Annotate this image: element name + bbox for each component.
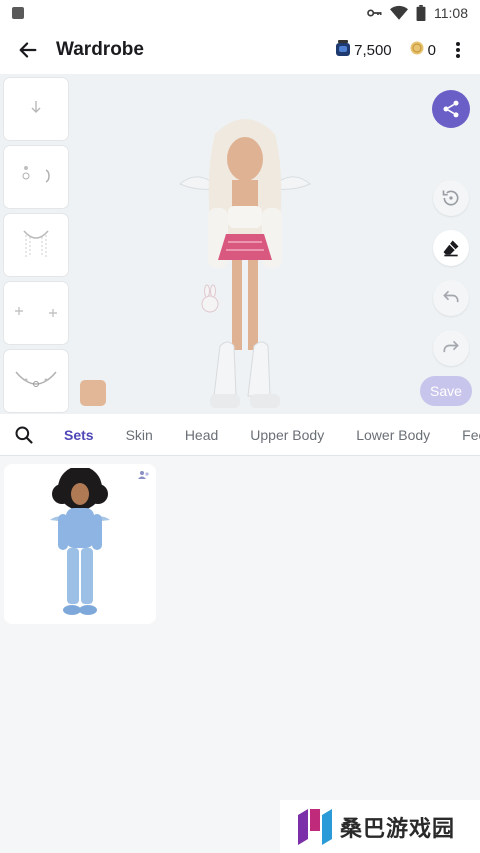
battery-icon: [416, 5, 426, 21]
avatar-preview: Save: [0, 74, 480, 414]
share-button[interactable]: [432, 90, 470, 128]
earrings-icon: [22, 166, 50, 183]
category-tabs: Sets Skin Head Upper Body Lower Body Fee: [0, 414, 480, 456]
slot-earrings[interactable]: [4, 146, 68, 208]
tab-lower-body[interactable]: Lower Body: [340, 414, 446, 455]
share-icon: [443, 100, 459, 118]
more-vert-icon: [456, 42, 460, 58]
undo-button[interactable]: [433, 280, 469, 316]
equipped-slots: [4, 78, 70, 418]
chain-necklace-icon: [23, 230, 49, 259]
undo-icon: [443, 290, 459, 303]
tab-skin[interactable]: Skin: [110, 414, 169, 455]
sparkle-icon: [15, 307, 57, 317]
eraser-button[interactable]: [433, 230, 469, 266]
gem-count: 7,500: [354, 41, 392, 59]
earring-icon: [31, 101, 41, 113]
sets-grid: [0, 456, 480, 853]
avatar-figure: [179, 119, 311, 408]
status-time: 11:08: [434, 5, 468, 21]
slot-sparkles[interactable]: [4, 282, 68, 344]
search-button[interactable]: [0, 414, 48, 455]
page-title: Wardrobe: [56, 39, 144, 60]
back-button[interactable]: [0, 26, 56, 74]
tab-head[interactable]: Head: [169, 414, 234, 455]
notification-icon: [12, 7, 24, 19]
redo-button[interactable]: [433, 330, 469, 366]
necklace-icon: [15, 371, 57, 387]
reset-button[interactable]: [433, 180, 469, 216]
reset-icon: [442, 190, 459, 206]
slot-earring-top[interactable]: [4, 78, 68, 140]
more-menu-button[interactable]: [436, 26, 480, 74]
coin-icon: [410, 41, 424, 59]
set-avatar-figure: [50, 468, 110, 615]
slot-necklace-chain[interactable]: [4, 214, 68, 276]
watermark: 桑巴游戏园: [280, 800, 480, 853]
users-icon: [138, 471, 149, 479]
tab-upper-body[interactable]: Upper Body: [234, 414, 340, 455]
status-bar: 11:08: [0, 0, 480, 26]
skin-tone-swatch[interactable]: [80, 380, 106, 406]
gem-jar-icon: [336, 40, 351, 60]
vpn-key-icon: [366, 5, 382, 21]
app-bar: Wardrobe 7,500 0: [0, 26, 480, 74]
arrow-left-icon: [19, 42, 37, 58]
save-button[interactable]: Save: [420, 376, 472, 406]
set-card[interactable]: [4, 464, 156, 624]
search-icon: [15, 426, 33, 444]
tab-feet[interactable]: Fee: [446, 414, 480, 455]
eraser-icon: [443, 240, 459, 257]
preview-tools: [432, 90, 472, 380]
watermark-text: 桑巴游戏园: [340, 815, 456, 841]
redo-icon: [443, 340, 459, 353]
coin-count: 0: [427, 41, 436, 59]
currency-display[interactable]: 7,500 0: [336, 40, 436, 60]
watermark-logo: [298, 808, 332, 845]
wifi-icon: [390, 5, 408, 21]
slot-necklace[interactable]: [4, 350, 68, 412]
tab-sets[interactable]: Sets: [48, 414, 110, 455]
